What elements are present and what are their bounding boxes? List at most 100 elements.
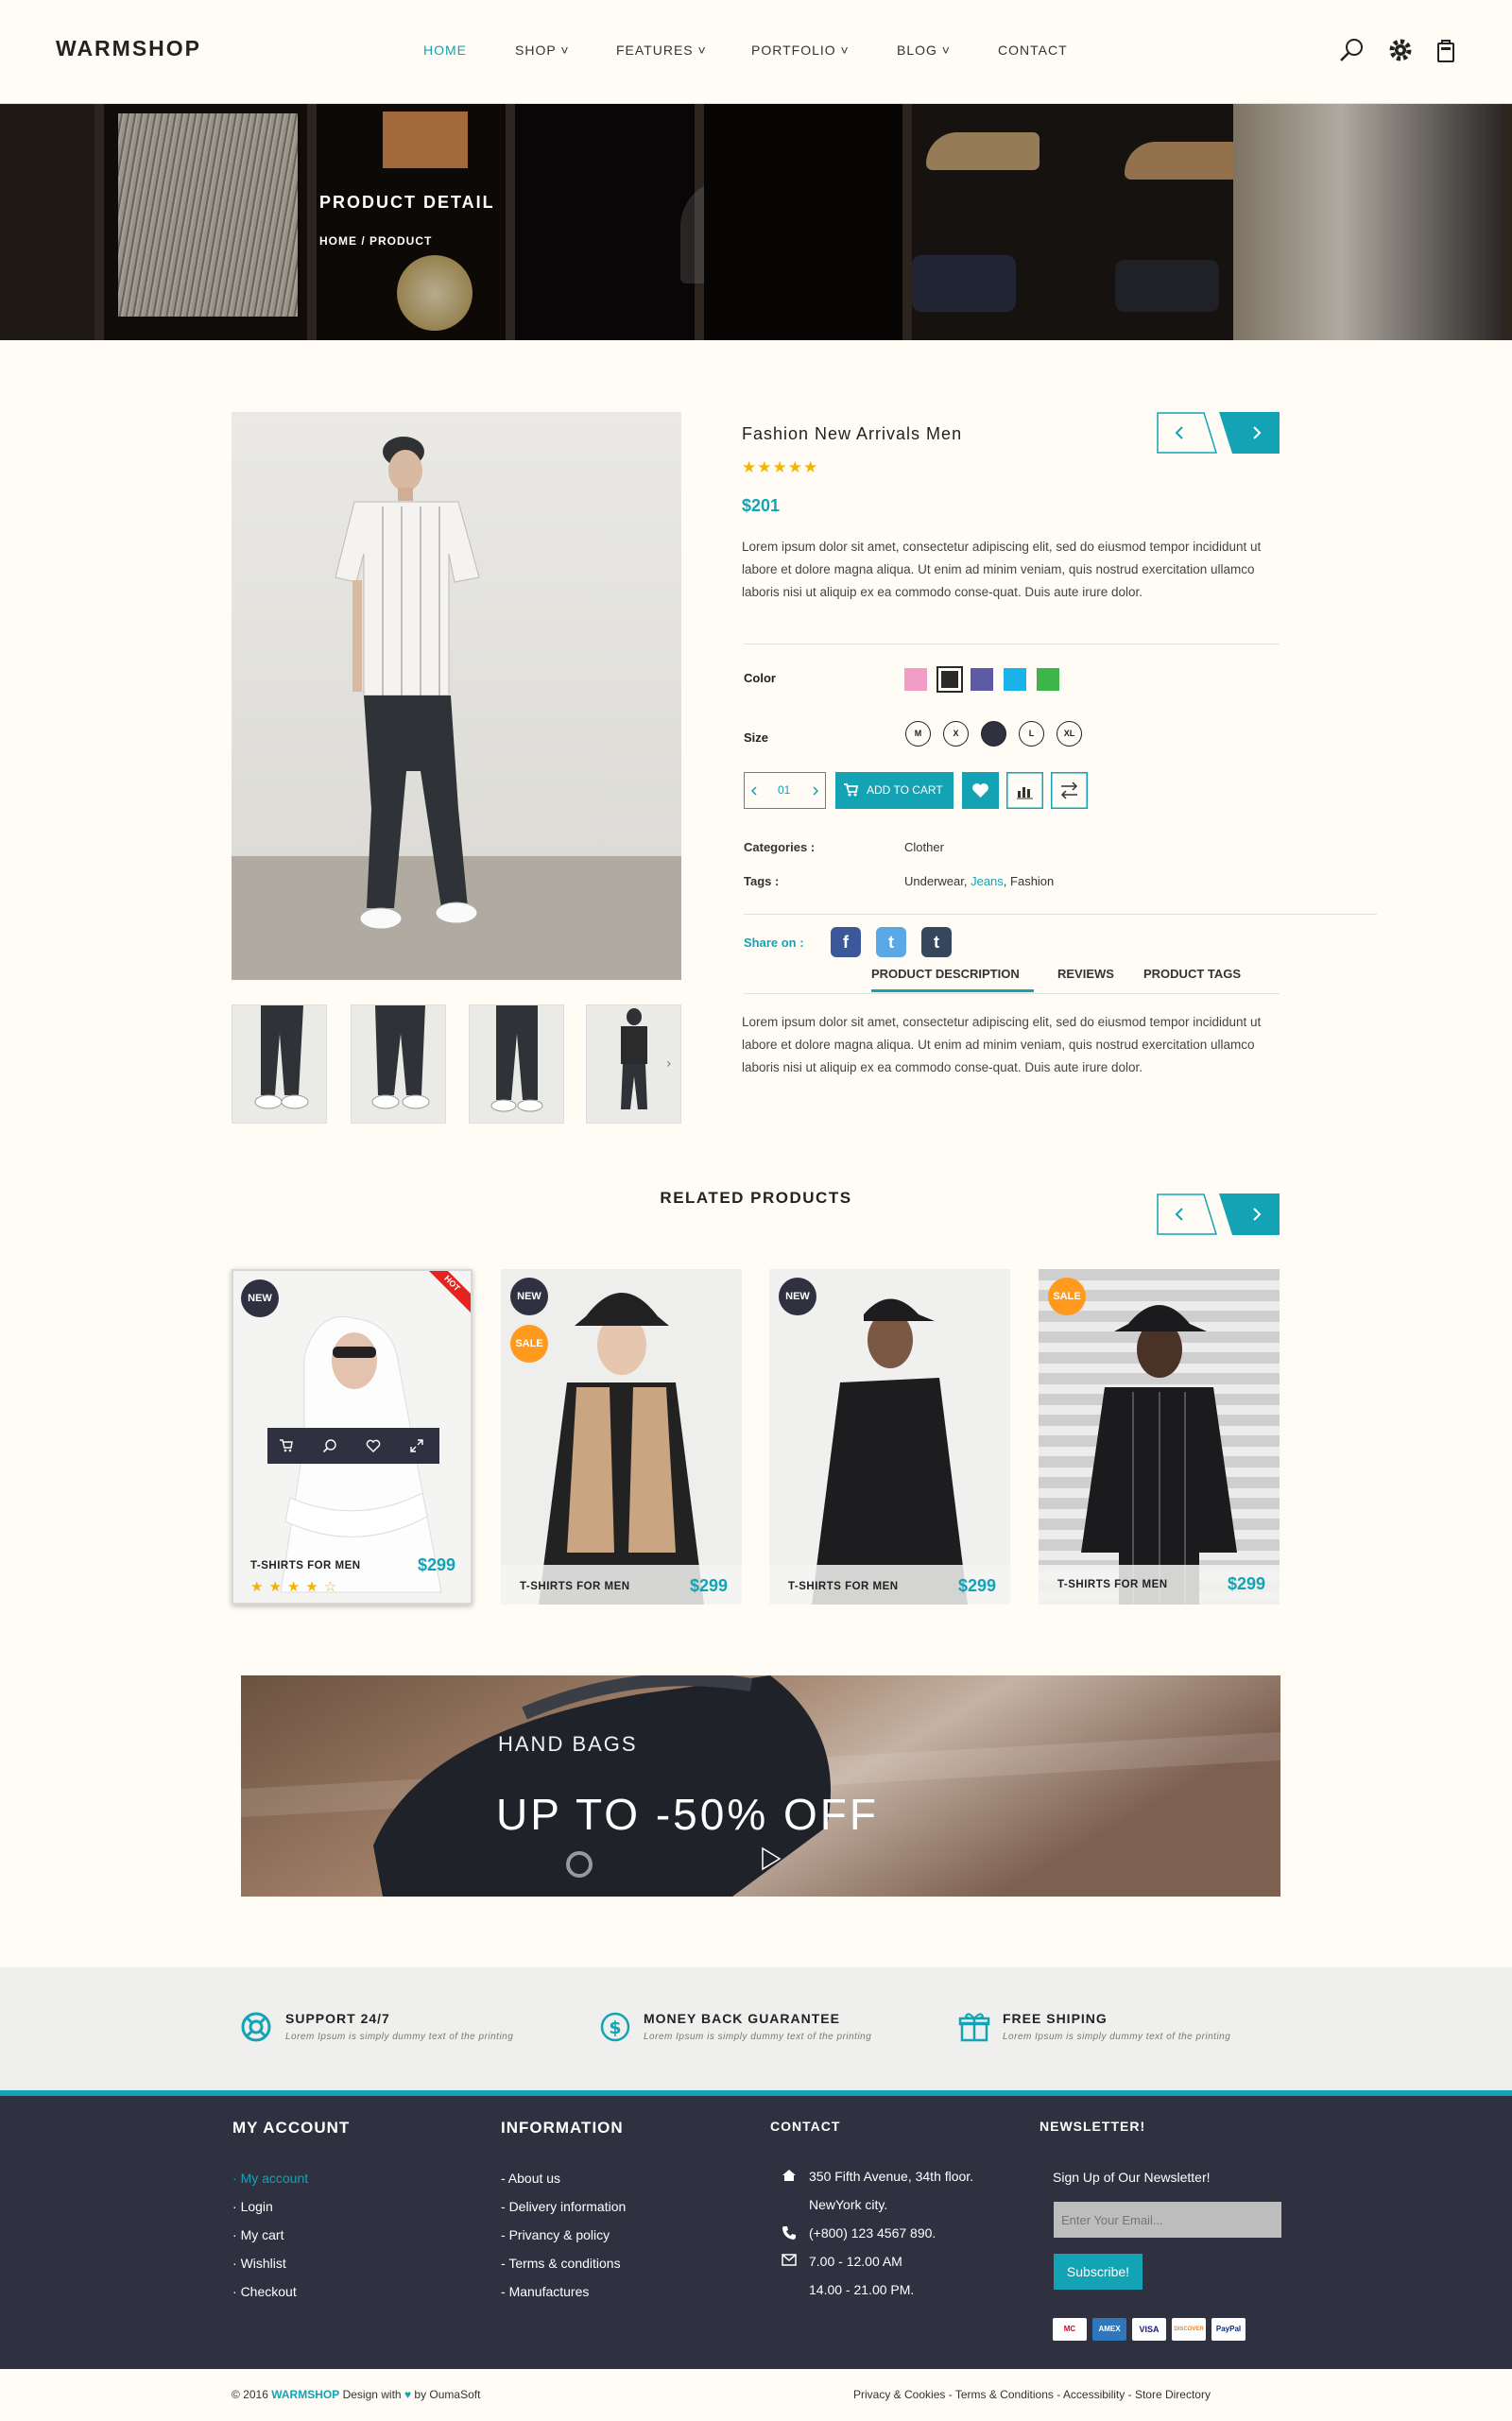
decrease-icon[interactable] <box>750 785 758 797</box>
copyright-brand[interactable]: WARMSHOP <box>271 2388 339 2401</box>
breadcrumb[interactable]: HOME / PRODUCT <box>319 234 432 248</box>
nav-blog[interactable]: BLOG ˅ <box>897 43 951 58</box>
tag-link[interactable]: Underwear, <box>904 874 971 888</box>
heart-icon[interactable] <box>366 1438 381 1453</box>
contact-address-line1: 350 Fifth Avenue, 34th floor. <box>809 2169 974 2184</box>
related-prev-button[interactable] <box>1157 1193 1217 1235</box>
product-thumbnail-1[interactable] <box>232 1004 327 1124</box>
size-option-s-selected[interactable]: S <box>981 721 1006 747</box>
product-card-name[interactable]: T-SHIRTS FOR MEN <box>250 1560 361 1571</box>
nav-features[interactable]: FEATURES ˅ <box>616 43 707 58</box>
zoom-icon[interactable] <box>322 1438 337 1453</box>
service-desc: Lorem Ipsum is simply dummy text of the … <box>644 2032 872 2042</box>
visa-icon: VISA <box>1132 2318 1166 2341</box>
categories-value[interactable]: Clother <box>904 840 944 854</box>
footer-link-label: Checkout <box>240 2284 297 2299</box>
bottom-bar <box>0 2369 1512 2421</box>
tab-product-tags[interactable]: PRODUCT TAGS <box>1143 967 1241 981</box>
nav-shop[interactable]: SHOP ˅ <box>515 43 570 58</box>
color-swatch-green[interactable] <box>1037 668 1059 691</box>
product-card-name[interactable]: T-SHIRTS FOR MEN <box>788 1581 899 1592</box>
product-thumbnail-3[interactable] <box>469 1004 564 1124</box>
tumblr-icon[interactable]: t <box>921 927 952 957</box>
tab-product-description[interactable]: PRODUCT DESCRIPTION <box>871 967 1020 981</box>
product-card-4[interactable]: SALE T-SHIRTS FOR MEN $299 <box>1039 1269 1280 1605</box>
cart-icon[interactable] <box>279 1438 294 1453</box>
product-card-name[interactable]: T-SHIRTS FOR MEN <box>1057 1579 1168 1590</box>
compare-chart-button[interactable] <box>1006 772 1043 809</box>
tag-link[interactable]: Jeans <box>971 874 1004 888</box>
footer-link-terms[interactable]: - Terms & conditions <box>501 2256 621 2271</box>
size-option-xl[interactable]: XL <box>1057 721 1082 747</box>
author-text[interactable]: by OumaSoft <box>414 2388 480 2401</box>
color-swatch-blue[interactable] <box>1004 668 1026 691</box>
shopping-bag-icon[interactable] <box>1432 36 1460 64</box>
play-icon[interactable] <box>757 1846 783 1872</box>
size-option-l[interactable]: L <box>1019 721 1044 747</box>
site-logo[interactable]: WARMSHOP <box>56 36 201 61</box>
footer-link-privacy[interactable]: - Privancy & policy <box>501 2227 610 2242</box>
product-main-image[interactable] <box>232 412 681 980</box>
size-option-x[interactable]: X <box>943 721 969 747</box>
expand-icon[interactable] <box>409 1438 424 1453</box>
divider <box>744 914 1377 915</box>
product-card-2[interactable]: NEW SALE T-SHIRTS FOR MEN $299 <box>501 1269 742 1605</box>
product-card-price: $299 <box>1228 1574 1266 1593</box>
footer-link-about[interactable]: - About us <box>501 2171 560 2186</box>
footer-link-wishlist[interactable]: · Wishlist <box>232 2256 286 2271</box>
bottom-link-accessibility[interactable]: Accessibility <box>1063 2388 1125 2401</box>
site-footer <box>0 2090 1512 2369</box>
bottom-link-terms[interactable]: Terms & Conditions <box>955 2388 1054 2401</box>
twitter-icon[interactable]: t <box>876 927 906 957</box>
promo-banner[interactable]: HAND BAGS UP TO -50% OFF <box>241 1675 1280 1897</box>
footer-link-checkout[interactable]: · Checkout <box>232 2284 297 2299</box>
increase-icon[interactable] <box>812 785 819 797</box>
facebook-icon[interactable]: f <box>831 927 861 957</box>
size-option-m[interactable]: M <box>905 721 931 747</box>
subscribe-button[interactable]: Subscribe! <box>1054 2254 1143 2290</box>
nav-home[interactable]: HOME <box>423 43 467 58</box>
sale-badge: SALE <box>510 1325 548 1363</box>
wishlist-button[interactable] <box>962 772 999 809</box>
product-thumbnail-2[interactable] <box>351 1004 446 1124</box>
product-card-3[interactable]: NEW T-SHIRTS FOR MEN $299 <box>769 1269 1010 1605</box>
mail-icon <box>782 2254 797 2266</box>
color-swatch-purple[interactable] <box>971 668 993 691</box>
product-thumbnail-4[interactable]: › <box>586 1004 681 1124</box>
search-icon[interactable] <box>1338 36 1366 64</box>
add-to-cart-button[interactable]: ADD TO CART <box>835 772 954 809</box>
tab-reviews[interactable]: REVIEWS <box>1057 967 1114 981</box>
footer-link-manufactures[interactable]: - Manufactures <box>501 2284 589 2299</box>
gear-icon[interactable] <box>1386 36 1415 64</box>
next-product-button[interactable] <box>1219 412 1280 454</box>
nav-contact[interactable]: CONTACT <box>998 43 1068 58</box>
footer-link-label: My cart <box>240 2227 284 2242</box>
quantity-value[interactable]: 01 <box>778 783 790 797</box>
footer-link-label: Login <box>240 2199 273 2214</box>
footer-link-my-cart[interactable]: · My cart <box>232 2227 284 2242</box>
compare-arrows-button[interactable] <box>1051 772 1088 809</box>
product-card-1[interactable]: NEW HOT T-SHIRTS FOR MEN $299 ★★★★☆ <box>232 1269 472 1605</box>
footer-link-label: About us <box>507 2171 561 2186</box>
contact-address-line2: NewYork city. <box>809 2197 888 2212</box>
product-card-name[interactable]: T-SHIRTS FOR MEN <box>520 1581 630 1592</box>
tags-value: Underwear, Jeans, Fashion <box>904 874 1054 888</box>
lifebuoy-icon <box>241 2012 271 2042</box>
tab-content-text: Lorem ipsum dolor sit amet, consectetur … <box>742 1015 1262 1074</box>
quantity-stepper[interactable]: 01 <box>744 772 826 809</box>
footer-link-login[interactable]: · Login <box>232 2199 273 2214</box>
contact-phone[interactable]: (+800) 123 4567 890. <box>809 2225 936 2241</box>
footer-link-delivery[interactable]: - Delivery information <box>501 2199 626 2214</box>
newsletter-email-input[interactable] <box>1054 2202 1281 2238</box>
nav-blog-label: BLOG <box>897 43 937 58</box>
color-swatch-pink[interactable] <box>904 668 927 691</box>
bottom-link-store-directory[interactable]: Store Directory <box>1135 2388 1211 2401</box>
color-swatch-black[interactable] <box>936 666 963 693</box>
nav-portfolio[interactable]: PORTFOLIO ˅ <box>751 43 850 58</box>
bottom-link-privacy[interactable]: Privacy & Cookies <box>853 2388 945 2401</box>
related-next-button[interactable] <box>1219 1193 1280 1235</box>
prev-product-button[interactable] <box>1157 412 1217 454</box>
tag-link[interactable]: , Fashion <box>1004 874 1054 888</box>
product-description: Lorem ipsum dolor sit amet, consectetur … <box>742 540 1262 599</box>
footer-link-my-account[interactable]: · My account <box>232 2171 308 2186</box>
